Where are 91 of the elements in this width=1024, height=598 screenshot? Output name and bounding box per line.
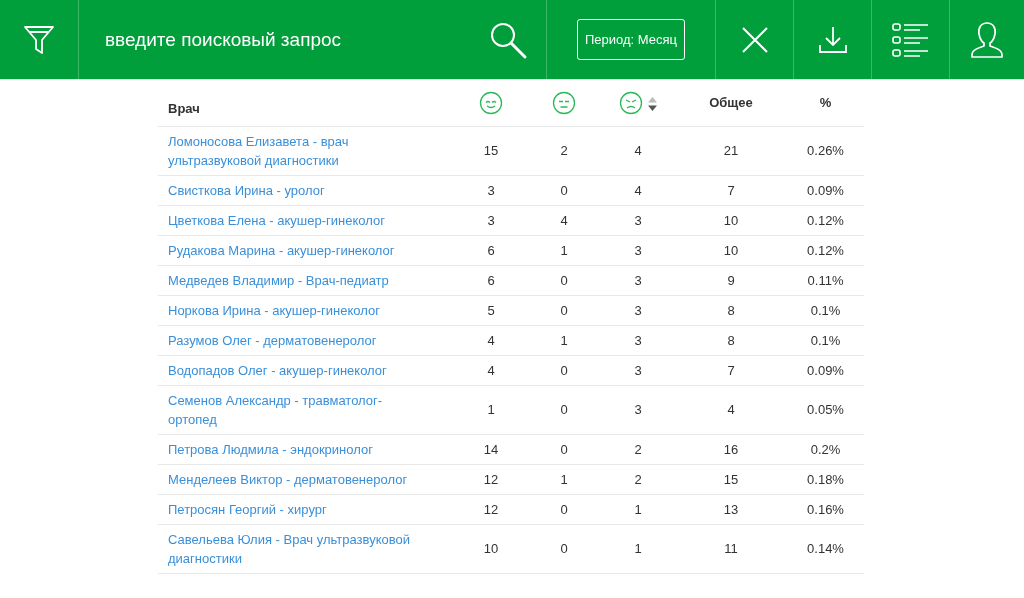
doctor-link[interactable]: Ломоносова Елизавета - врач ультразвуковой диагностики — [168, 131, 418, 170]
table-cell: 7 — [727, 182, 735, 198]
table-cell: 6 — [487, 272, 495, 288]
doctor-link[interactable]: Медведев Владимир - Врач-педиатр — [168, 270, 418, 290]
table-cell: 3 — [634, 272, 642, 288]
table-cell: 8 — [727, 302, 735, 318]
table-cell: 0 — [560, 182, 568, 198]
table-cell: 0 — [560, 302, 568, 318]
table-cell: 3 — [634, 402, 642, 417]
period-button[interactable]: Период: Месяц — [577, 19, 685, 60]
doctor-link[interactable]: Савельева Юлия - Врач ультразвуковой диагностики — [168, 529, 418, 568]
table-cell: 0.09% — [807, 182, 844, 198]
table-cell: 0.14% — [807, 541, 844, 556]
table-cell: 2 — [560, 143, 568, 158]
table-cell: 0 — [560, 541, 568, 556]
table-cell: 2 — [634, 471, 642, 487]
doctor-link[interactable]: Семенов Александр - травматолог-ортопед — [168, 390, 418, 429]
column-header[interactable]: % — [819, 95, 832, 111]
table-cell: 4 — [487, 332, 495, 348]
download-icon[interactable] — [817, 24, 848, 55]
sad-face-icon[interactable] — [619, 90, 643, 115]
column-header[interactable]: Общее — [709, 95, 753, 111]
table-cell: 3 — [487, 212, 495, 228]
table-cell: 4 — [487, 362, 495, 378]
doctor-link[interactable]: Свисткова Ирина - уролог — [168, 180, 418, 200]
list-icon[interactable] — [891, 21, 930, 58]
happy-face-icon[interactable] — [479, 90, 503, 115]
table-cell: 1 — [634, 541, 642, 556]
table-cell: 3 — [634, 332, 642, 348]
close-icon[interactable] — [740, 25, 769, 54]
table-cell: 12 — [483, 501, 499, 517]
table-cell: 3 — [634, 302, 642, 318]
table-cell: 10 — [483, 541, 499, 556]
table-cell: 1 — [487, 402, 495, 417]
table-cell: 21 — [723, 143, 739, 158]
table-cell: 0 — [560, 272, 568, 288]
neutral-face-icon[interactable] — [552, 90, 576, 115]
table-cell: 1 — [560, 242, 568, 258]
table-cell: 10 — [723, 242, 739, 258]
doctor-link[interactable]: Норкова Ирина - акушер-гинеколог — [168, 300, 418, 320]
table-cell: 3 — [487, 182, 495, 198]
table-cell: 0.09% — [807, 362, 844, 378]
table-cell: 1 — [634, 501, 642, 517]
table-cell: 0.18% — [807, 471, 844, 487]
table-cell: 5 — [487, 302, 495, 318]
table-cell: 3 — [634, 212, 642, 228]
table-cell: 0.12% — [807, 212, 844, 228]
table-cell: 14 — [483, 441, 499, 457]
table-cell: 12 — [483, 471, 499, 487]
table-cell: 0.2% — [810, 441, 841, 457]
table-cell: 0 — [560, 362, 568, 378]
table-cell: 1 — [560, 471, 568, 487]
doctor-link[interactable]: Водопадов Олег - акушер-гинеколог — [168, 360, 418, 380]
doctor-link[interactable]: Разумов Олег - дерматовенеролог — [168, 330, 418, 350]
table-cell: 0 — [560, 501, 568, 517]
table-cell: 6 — [487, 242, 495, 258]
table-cell: 8 — [727, 332, 735, 348]
column-header[interactable]: Врач — [168, 101, 200, 117]
table-cell: 15 — [723, 471, 739, 487]
table-cell: 15 — [483, 143, 499, 158]
table-cell: 0.16% — [807, 501, 844, 517]
doctor-link[interactable]: Рудакова Марина - акушер-гинеколог — [168, 240, 418, 260]
table-cell: 11 — [724, 541, 738, 556]
doctor-link[interactable]: Петрова Людмила - эндокринолог — [168, 439, 418, 459]
table-cell: 0.1% — [810, 332, 841, 348]
table-cell: 10 — [723, 212, 739, 228]
table-cell: 0.26% — [807, 143, 844, 158]
user-icon[interactable] — [970, 20, 1004, 59]
search-field[interactable]: введите поисковый запрос — [103, 27, 443, 52]
table-cell: 0.12% — [807, 242, 844, 258]
table-cell: 0.05% — [807, 402, 844, 417]
table-cell: 4 — [560, 212, 568, 228]
table-cell: 4 — [634, 182, 642, 198]
table-cell: 3 — [634, 242, 642, 258]
table-cell: 0.11% — [807, 272, 844, 288]
sort-icon[interactable] — [648, 96, 657, 111]
table-cell: 16 — [723, 441, 739, 457]
table-cell: 1 — [560, 332, 568, 348]
table-cell: 13 — [723, 501, 739, 517]
doctor-link[interactable]: Цветкова Елена - акушер-гинеколог — [168, 210, 418, 230]
table-cell: 4 — [634, 143, 642, 158]
table-cell: 2 — [634, 441, 642, 457]
table-cell: 4 — [727, 402, 735, 417]
doctor-link[interactable]: Петросян Георгий - хирург — [168, 499, 418, 519]
table-cell: 9 — [727, 272, 735, 288]
doctor-link[interactable]: Менделеев Виктор - дерматовенеролог — [168, 469, 418, 489]
table-cell: 7 — [727, 362, 735, 378]
table-cell: 0 — [560, 441, 568, 457]
table-cell: 3 — [634, 362, 642, 378]
table-cell: 0 — [560, 402, 568, 417]
table-cell: 0.1% — [810, 302, 841, 318]
